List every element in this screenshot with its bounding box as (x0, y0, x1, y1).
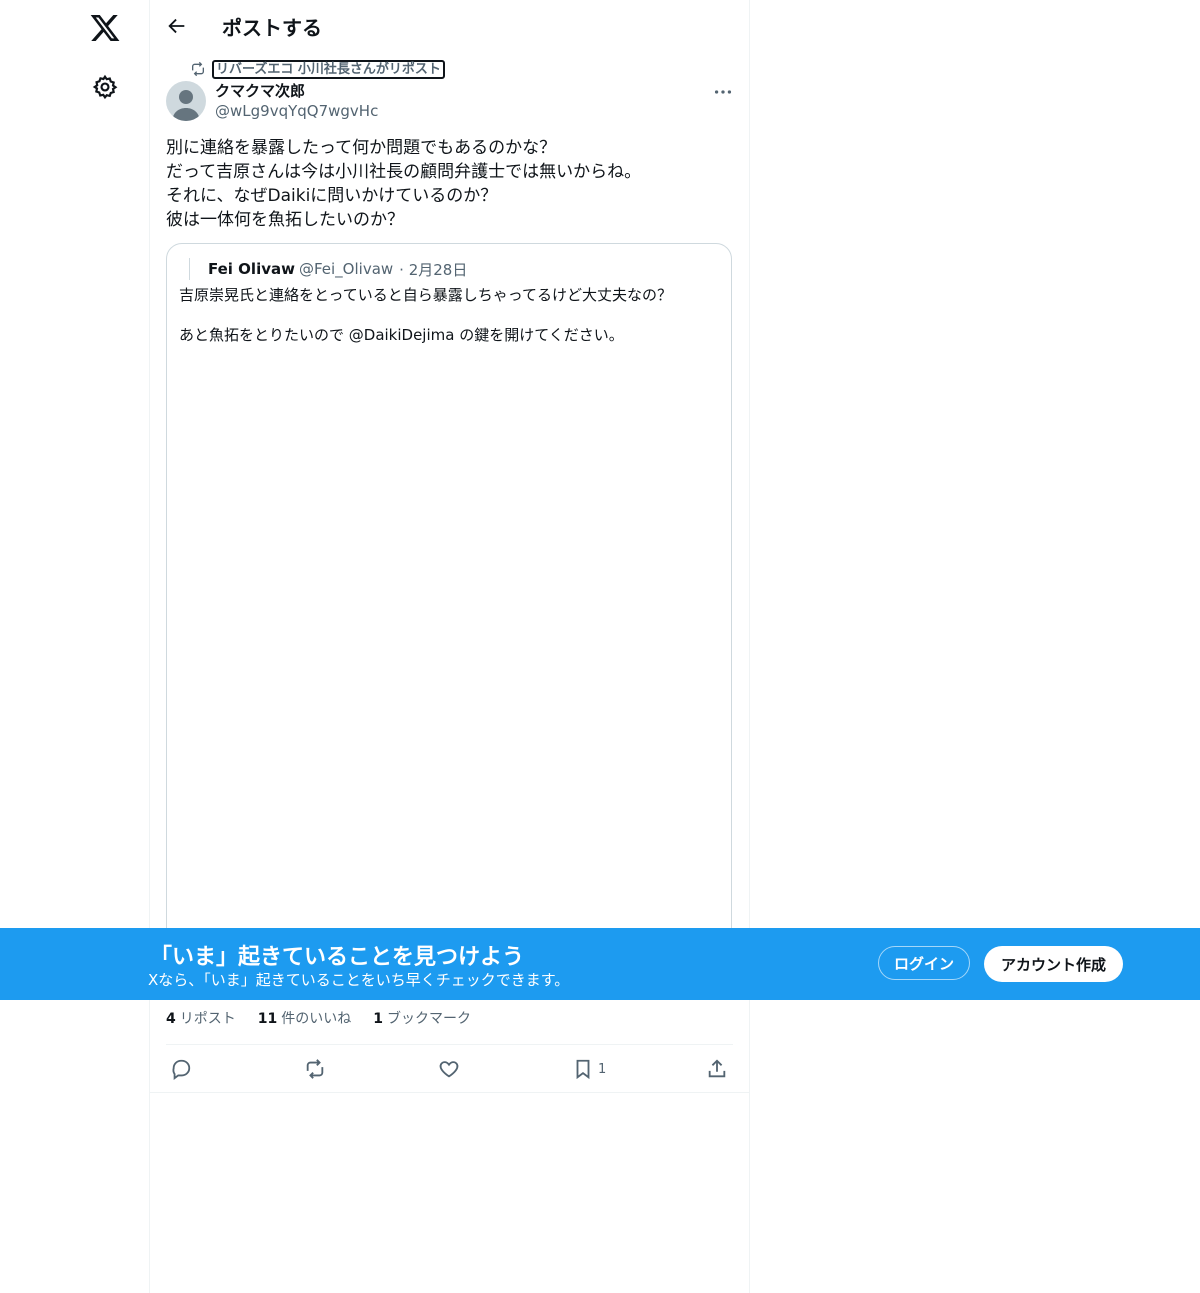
share-icon (708, 1059, 726, 1078)
avatar[interactable] (166, 81, 206, 121)
share-button[interactable] (706, 1054, 728, 1084)
page-header: ポストする (150, 0, 749, 54)
quoted-date: · 2月28日 (399, 260, 468, 279)
repost-icon (306, 1059, 324, 1079)
post-text-line: 彼は一体何を魚拓したいのか？ (166, 210, 404, 230)
post-text-line: だって吉原さんは今は小川社長の顧問弁護士では無いからね。 (166, 162, 642, 182)
page-title: ポストする (222, 16, 322, 40)
back-arrow-icon[interactable] (166, 15, 188, 37)
bookmark-count: 1 (598, 1061, 607, 1077)
more-icon[interactable] (712, 81, 734, 103)
left-rail (0, 0, 150, 1293)
reply-icon (172, 1059, 191, 1080)
divider (150, 1092, 749, 1093)
main-column: ポストする リバーズエコ 小川社長さんがリポスト クマクマ次郎 @wLg9vqY… (149, 0, 750, 1293)
divider (166, 1044, 733, 1045)
quoted-post[interactable]: Fei Olivaw @Fei_Olivaw · 2月28日 吉原崇晃氏と連絡を… (166, 243, 732, 945)
repost-button[interactable] (304, 1054, 326, 1084)
reposts-stat[interactable]: 4 リポスト (166, 1008, 236, 1028)
reply-button[interactable] (170, 1054, 192, 1084)
login-button[interactable]: ログイン (878, 946, 970, 980)
banner-title: 「いま」起きていることを見つけよう (150, 945, 525, 970)
bookmark-button[interactable]: 1 (572, 1054, 606, 1084)
x-logo-icon[interactable] (89, 12, 121, 44)
post-text-line: 別に連絡を暴露したって何か問題でもあるのかな？ (166, 138, 557, 158)
like-button[interactable] (438, 1054, 460, 1084)
default-avatar-icon (172, 90, 200, 121)
engagement-stats: 4 リポスト 11 件のいいね 1 ブックマーク (166, 1008, 471, 1028)
bookmark-icon (576, 1059, 590, 1080)
author-name[interactable]: クマクマ次郎 (215, 80, 305, 101)
action-bar: 1 (150, 1054, 749, 1084)
quoted-author-handle: @Fei_Olivaw (298, 260, 394, 278)
repost-context[interactable]: リバーズエコ 小川社長さんがリポスト (190, 59, 445, 79)
likes-stat[interactable]: 11 件のいいね (258, 1008, 351, 1028)
signup-banner: 「いま」起きていることを見つけよう Xなら、「いま」起きていることをいち早くチェ… (0, 928, 1200, 1000)
post-text: 別に連絡を暴露したって何か問題でもあるのかな？ だって吉原さんは今は小川社長の顧… (166, 136, 726, 232)
gear-icon[interactable] (92, 74, 118, 100)
repost-icon (192, 61, 204, 77)
banner-subtitle: Xなら、「いま」起きていることをいち早くチェックできます。 (148, 971, 570, 989)
quoted-post-header: Fei Olivaw @Fei_Olivaw · 2月28日 (189, 258, 467, 280)
quoted-text-line: 吉原崇晃氏と連絡をとっていると自ら暴露しちゃってるけど大丈夫なの？ (179, 286, 673, 304)
quoted-author-name: Fei Olivaw (208, 260, 295, 278)
create-account-button[interactable]: アカウント作成 (984, 946, 1123, 982)
bookmarks-stat[interactable]: 1 ブックマーク (373, 1008, 471, 1028)
author-handle[interactable]: @wLg9vqYqQ7wgvHc (215, 102, 378, 120)
repost-context-label[interactable]: リバーズエコ 小川社長さんがリポスト (212, 59, 445, 79)
quoted-text-line: あと魚拓をとりたいので @DaikiDejima の鍵を開けてください。 (179, 326, 624, 344)
like-icon (439, 1061, 459, 1078)
post-text-line: それに、なぜDaikiに問いかけているのか？ (166, 186, 498, 206)
